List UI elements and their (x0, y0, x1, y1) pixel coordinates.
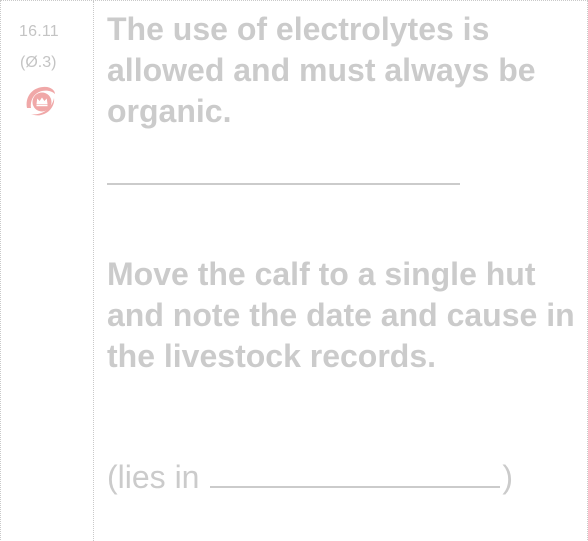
column-divider (93, 1, 94, 541)
separator-line (107, 183, 460, 185)
lies-in-suffix: ) (502, 459, 514, 495)
lies-in-blank-field[interactable] (210, 456, 501, 488)
lies-in-line: (lies in ) (107, 456, 513, 498)
item-reference: (Ø.3) (20, 54, 57, 71)
requirement-text: The use of electrolytes is allowed and m… (107, 11, 536, 129)
checklist-page: 16.11 (Ø.3) The use of electrolytes is a… (0, 0, 588, 541)
item-number-column: 16.11 (Ø.3) (1, 1, 93, 541)
action-text: Move the calf to a single hut and note t… (107, 256, 575, 374)
lies-in-prefix: (lies in (107, 459, 200, 495)
organic-seal-icon (26, 86, 55, 116)
item-number: 16.11 (19, 23, 59, 40)
